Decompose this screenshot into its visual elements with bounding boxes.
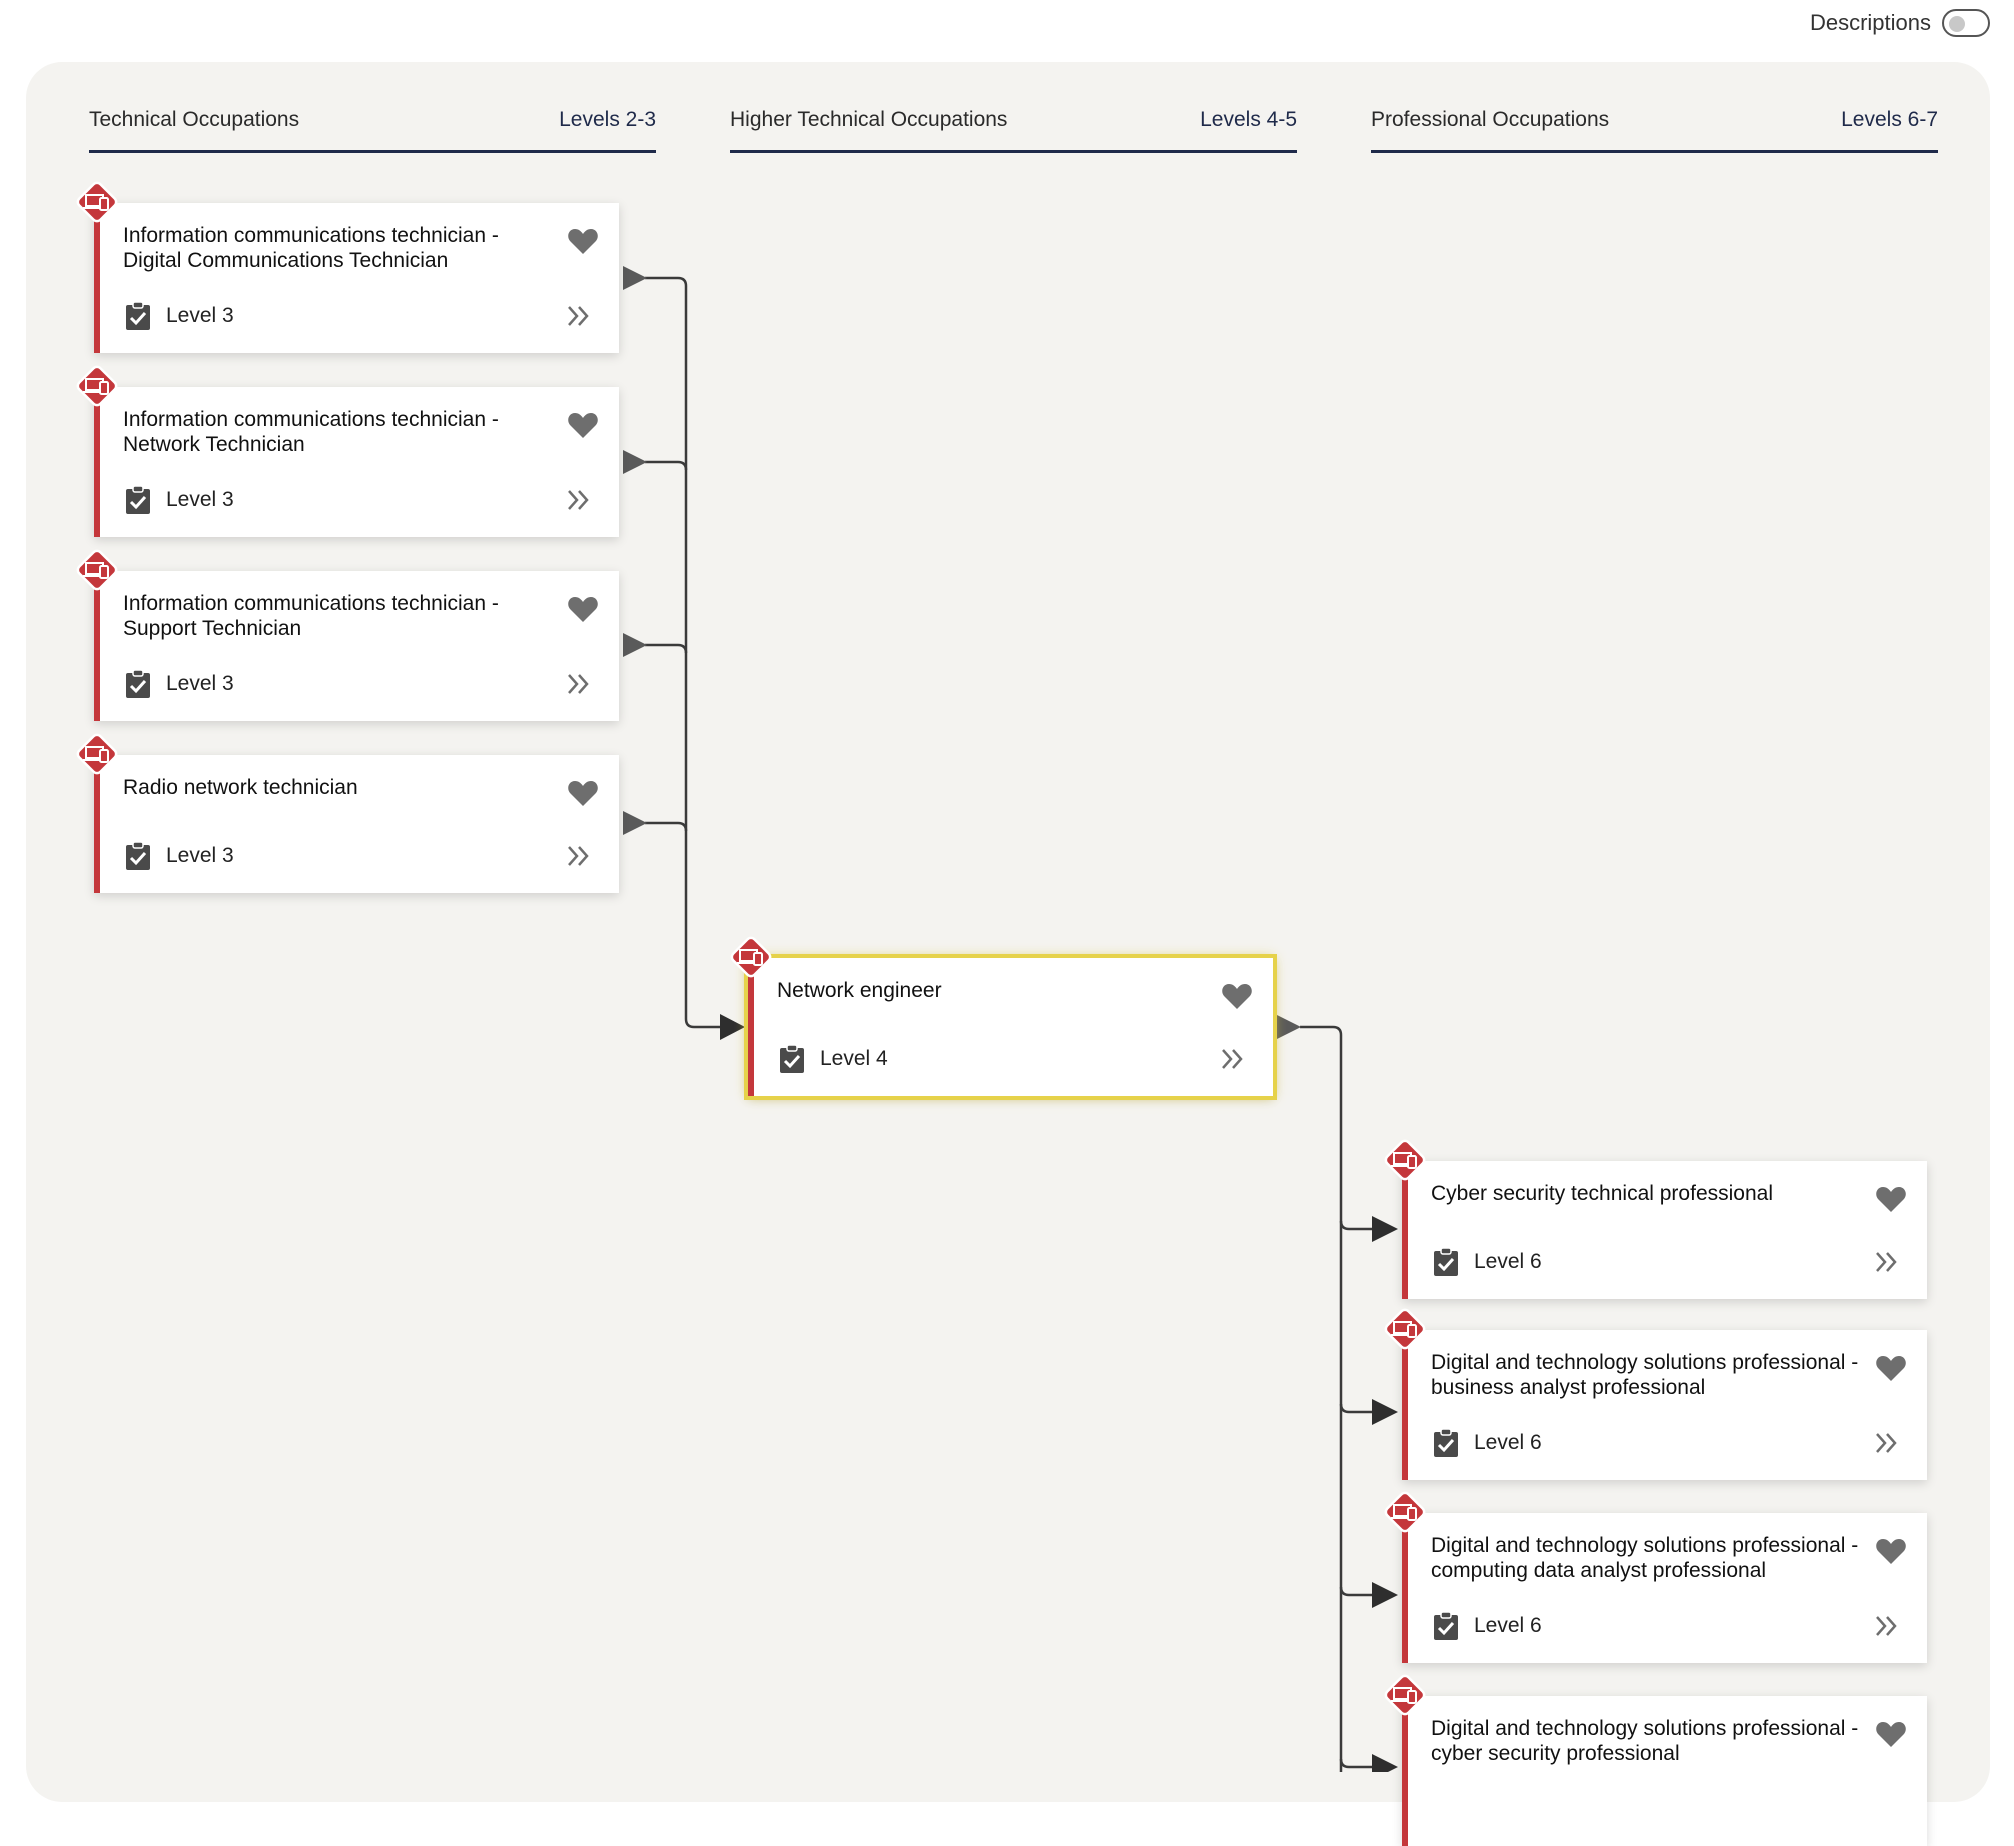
- clipboard-check-icon: [1434, 1247, 1458, 1276]
- double-chevron-right-icon[interactable]: [1875, 1432, 1899, 1454]
- level-label: Level 3: [166, 672, 234, 695]
- top-bar: Descriptions: [0, 0, 2014, 58]
- level-row: Level 3: [125, 485, 234, 515]
- occupation-card[interactable]: Information communications technician - …: [94, 203, 619, 353]
- level-row: Level 3: [125, 301, 234, 331]
- occupation-card-selected[interactable]: Network engineer Level 4: [744, 954, 1277, 1100]
- column-title: Higher Technical Occupations: [730, 108, 1008, 131]
- column-header-professional: Professional Occupations Levels 6-7: [1371, 104, 1938, 153]
- heart-icon[interactable]: [1875, 1185, 1907, 1213]
- level-row: Level 6: [1433, 1611, 1542, 1641]
- occupation-card[interactable]: Radio network technician Level 3: [94, 755, 619, 893]
- clipboard-check-icon: [126, 669, 150, 698]
- double-chevron-right-icon[interactable]: [567, 845, 591, 867]
- digital-devices-icon: [1384, 1139, 1426, 1181]
- level-label: Level 6: [1474, 1431, 1542, 1454]
- clipboard-check-icon: [126, 301, 150, 330]
- heart-icon[interactable]: [567, 227, 599, 255]
- heart-icon[interactable]: [1221, 982, 1253, 1010]
- occupation-card[interactable]: Digital and technology solutions profess…: [1402, 1513, 1927, 1663]
- occupation-card[interactable]: Cyber security technical professional Le…: [1402, 1161, 1927, 1299]
- occupation-card[interactable]: Information communications technician - …: [94, 571, 619, 721]
- level-row: Level 3: [125, 669, 234, 699]
- clipboard-check-icon: [1434, 1611, 1458, 1640]
- digital-devices-icon: [76, 733, 118, 775]
- occupation-card[interactable]: Digital and technology solutions profess…: [1402, 1696, 1927, 1846]
- descriptions-toggle[interactable]: [1942, 9, 1990, 37]
- column-levels: Levels 6-7: [1841, 108, 1938, 131]
- heart-icon[interactable]: [1875, 1354, 1907, 1382]
- level-row: Level 6: [1433, 1428, 1542, 1458]
- occupation-title: Cyber security technical professional: [1431, 1182, 1773, 1205]
- column-header-higher-technical: Higher Technical Occupations Levels 4-5: [730, 104, 1297, 153]
- heart-icon[interactable]: [1875, 1720, 1907, 1748]
- level-label: Level 6: [1474, 1614, 1542, 1637]
- digital-devices-icon: [76, 549, 118, 591]
- digital-devices-icon: [1384, 1308, 1426, 1350]
- occupation-title: Network engineer: [777, 979, 942, 1002]
- clipboard-check-icon: [780, 1044, 804, 1073]
- column-title: Technical Occupations: [89, 108, 300, 131]
- level-row: Level 4: [779, 1044, 888, 1074]
- level-label: Level 4: [820, 1047, 888, 1070]
- occupation-card[interactable]: Digital and technology solutions profess…: [1402, 1330, 1927, 1480]
- double-chevron-right-icon[interactable]: [1875, 1251, 1899, 1273]
- occupation-title: Radio network technician: [123, 776, 358, 799]
- heart-icon[interactable]: [1875, 1537, 1907, 1565]
- digital-devices-icon: [1384, 1674, 1426, 1716]
- clipboard-check-icon: [126, 485, 150, 514]
- column-title: Professional Occupations: [1371, 108, 1610, 131]
- level-label: Level 6: [1474, 1250, 1542, 1273]
- occupation-title: Digital and technology solutions profess…: [1431, 1351, 1859, 1399]
- level-label: Level 3: [166, 304, 234, 327]
- level-label: Level 3: [166, 844, 234, 867]
- column-levels: Levels 2-3: [559, 108, 656, 131]
- digital-devices-icon: [730, 936, 772, 978]
- heart-icon[interactable]: [567, 595, 599, 623]
- double-chevron-right-icon[interactable]: [567, 489, 591, 511]
- occupation-title: Information communications technician - …: [123, 408, 499, 456]
- occupation-title: Information communications technician - …: [123, 592, 499, 640]
- double-chevron-right-icon[interactable]: [1221, 1048, 1245, 1070]
- clipboard-check-icon: [1434, 1428, 1458, 1457]
- level-label: Level 3: [166, 488, 234, 511]
- column-levels: Levels 4-5: [1200, 108, 1297, 131]
- digital-devices-icon: [76, 365, 118, 407]
- digital-devices-icon: [76, 181, 118, 223]
- digital-devices-icon: [1384, 1491, 1426, 1533]
- level-row: Level 3: [125, 841, 234, 871]
- clipboard-check-icon: [126, 841, 150, 870]
- column-header-technical: Technical Occupations Levels 2-3: [89, 104, 656, 153]
- occupation-card[interactable]: Information communications technician - …: [94, 387, 619, 537]
- toggle-knob: [1949, 16, 1965, 32]
- heart-icon[interactable]: [567, 779, 599, 807]
- occupation-title: Digital and technology solutions profess…: [1431, 1534, 1859, 1582]
- descriptions-label: Descriptions: [1809, 10, 1931, 35]
- heart-icon[interactable]: [567, 411, 599, 439]
- double-chevron-right-icon[interactable]: [1875, 1615, 1899, 1637]
- occupation-title: Digital and technology solutions profess…: [1431, 1717, 1859, 1765]
- double-chevron-right-icon[interactable]: [567, 305, 591, 327]
- double-chevron-right-icon[interactable]: [567, 673, 591, 695]
- level-row: Level 6: [1433, 1247, 1542, 1277]
- occupation-title: Information communications technician - …: [123, 224, 499, 272]
